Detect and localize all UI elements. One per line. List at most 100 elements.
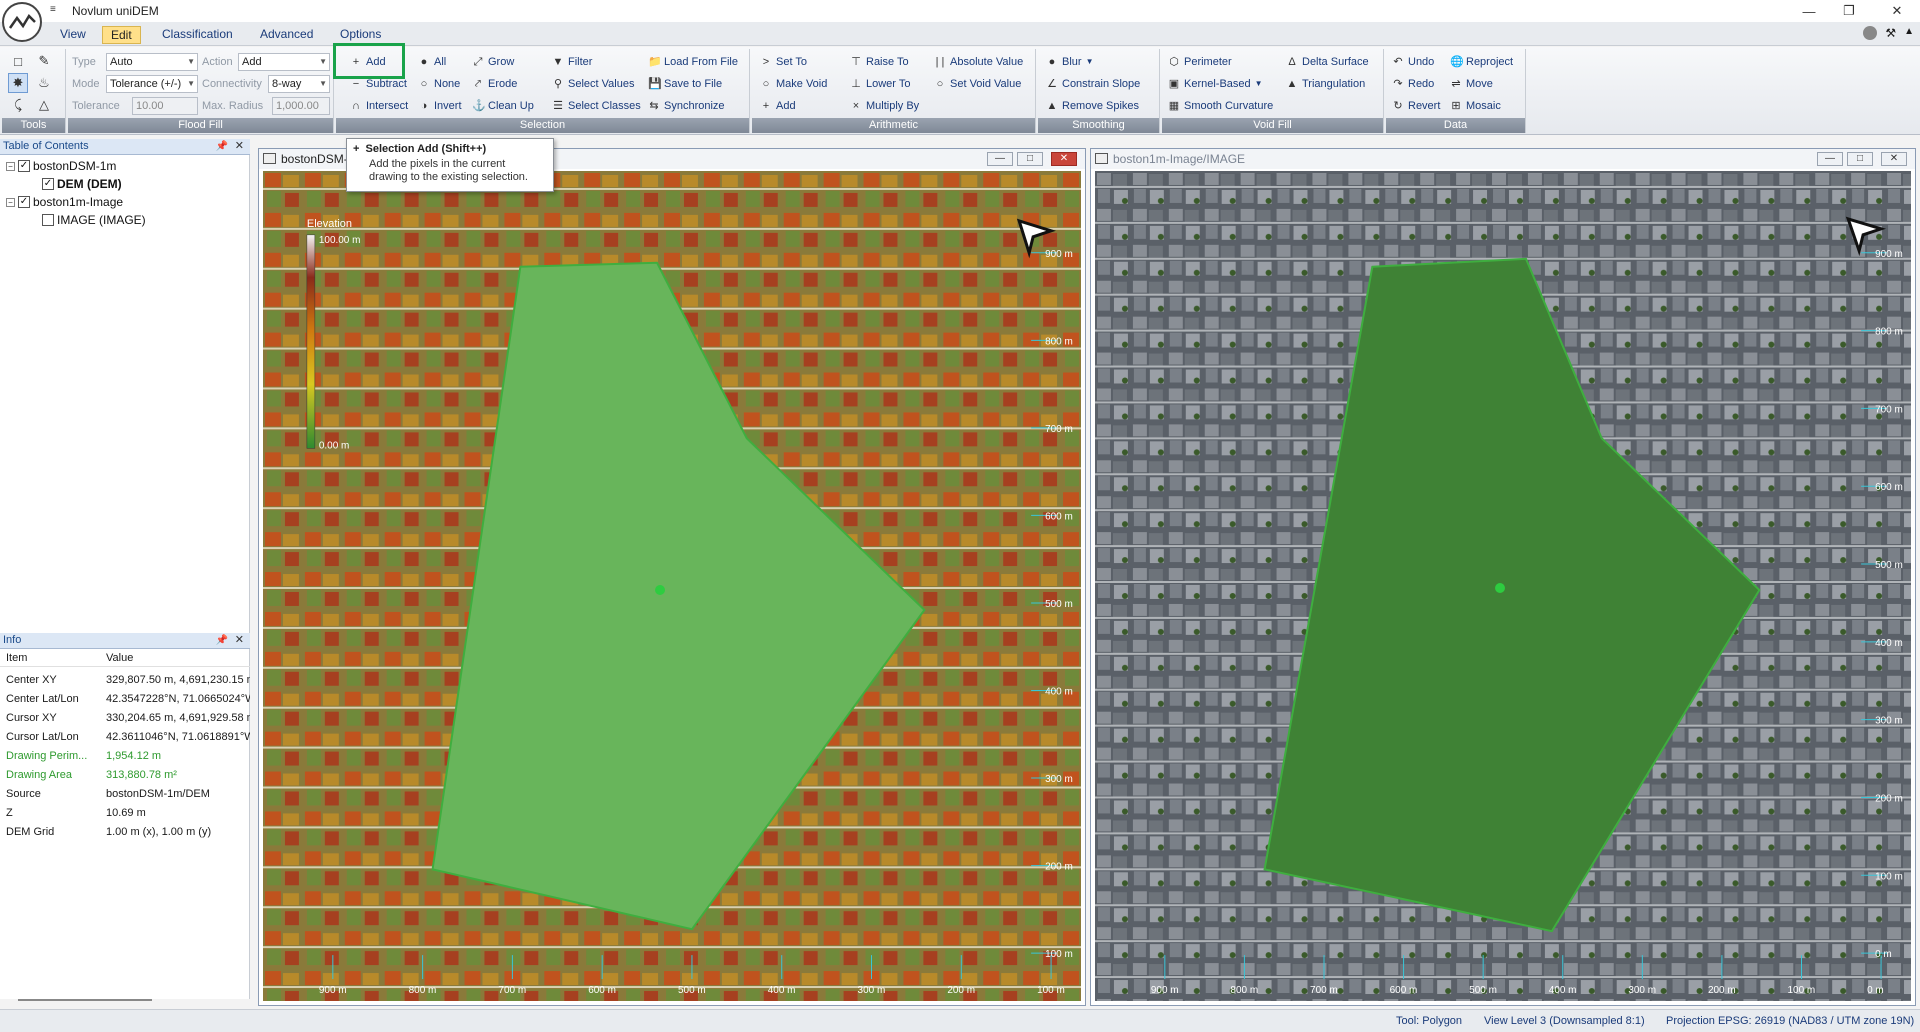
help-icon[interactable]	[1863, 26, 1878, 40]
info-row: Cursor Lat/Lon 42.3611046°N, 71.0618891°W	[6, 731, 250, 743]
load-from-file-button[interactable]: 📁 Load From File	[648, 53, 738, 71]
collapse-icon[interactable]: −	[6, 161, 15, 171]
erode-button[interactable]: ⤤ Erode	[472, 75, 517, 93]
reproject-button[interactable]: 🌐 Reproject	[1450, 53, 1513, 71]
collapse-ribbon-icon[interactable]: ▲	[1904, 26, 1914, 40]
clean-up-button[interactable]: ⚓ Clean Up	[472, 97, 534, 115]
select-all-button[interactable]: ● All	[418, 53, 447, 71]
absolute-icon: | |	[935, 56, 945, 68]
tolerance-input[interactable]: 10.00	[132, 97, 198, 115]
action-dropdown[interactable]: Add ▼	[238, 53, 330, 71]
lower-to-button[interactable]: ⊥ Lower To	[850, 75, 910, 93]
image-close-button[interactable]: ✕	[1881, 152, 1907, 166]
move-button[interactable]: ⇌ Move	[1450, 75, 1493, 93]
absolute-value-button[interactable]: | | Absolute Value	[934, 53, 1024, 71]
rectangle-select-icon[interactable]: □	[8, 51, 28, 71]
set-void-value-button[interactable]: ○ Set Void Value	[934, 75, 1022, 93]
synchronize-button[interactable]: ⇆ Synchronize	[648, 97, 724, 115]
undo-button[interactable]: ↶ Undo	[1392, 53, 1434, 71]
status-projection: Projection EPSG: 26919 (NAD83 / UTM zone…	[1666, 1015, 1915, 1027]
close-icon[interactable]: ✕	[235, 139, 244, 154]
image-map-view[interactable]: 900 m 800 m 700 m 600 m 500 m 400 m 300 m 200 m…	[1095, 171, 1911, 1001]
dem-map-window[interactable]: bostonDSM-1m/DEM — □ ✕ Elevation 100.00 …	[258, 148, 1086, 1006]
connectivity-dropdown[interactable]: 8-way ▼	[268, 75, 330, 93]
set-to-button[interactable]: > Set To	[760, 53, 807, 71]
quick-access-menu-icon[interactable]: ≡	[50, 4, 56, 15]
pin-icon[interactable]: 📌	[216, 633, 228, 648]
raise-to-button[interactable]: ⊤ Raise To	[850, 53, 908, 71]
select-classes-button[interactable]: ☰ Select Classes	[552, 97, 641, 115]
bucket-fill-icon[interactable]: ♨	[34, 73, 54, 93]
dem-map-view[interactable]: Elevation 100.00 m 0.00 m 900 m 800 m 700 …	[263, 171, 1081, 1001]
dem-map-canvas[interactable]: Elevation 100.00 m 0.00 m 900 m 800 m 700 …	[263, 171, 1081, 1001]
select-values-button[interactable]: ⚲ Select Values	[552, 75, 634, 93]
triangulation-button[interactable]: ▲ Triangulation	[1286, 75, 1366, 93]
blur-dropdown[interactable]: ● Blur ▼	[1046, 53, 1094, 71]
redo-button[interactable]: ↷ Redo	[1392, 75, 1434, 93]
tab-classification[interactable]: Classification	[154, 26, 241, 44]
status-view-level: View Level 3 (Downsampled 8:1)	[1484, 1015, 1645, 1027]
kernel-icon: ▣	[1168, 78, 1180, 90]
toc-item-boston-image[interactable]: − ✓ boston1m-Image	[6, 194, 123, 210]
pencil-icon[interactable]: ✎	[34, 51, 54, 71]
mosaic-icon: ⊞	[1451, 100, 1461, 112]
app-title: Novlum uniDEM	[72, 4, 159, 18]
close-icon[interactable]: ✕	[235, 633, 244, 648]
remove-spikes-button[interactable]: ▲ Remove Spikes	[1046, 97, 1140, 115]
lasso-icon[interactable]: ✸	[8, 73, 28, 93]
tab-advanced[interactable]: Advanced	[252, 26, 321, 44]
layer-checkbox[interactable]: ✓	[18, 196, 30, 208]
save-to-file-button[interactable]: 💾 Save to File	[648, 75, 722, 93]
layer-checkbox[interactable]: ✓	[42, 178, 54, 190]
triangle-tool-icon[interactable]: △	[34, 95, 54, 115]
arithmetic-add-button[interactable]: + Add	[760, 97, 796, 115]
max-radius-input[interactable]: 1,000.00 m	[272, 97, 330, 128]
image-maximize-button[interactable]: □	[1847, 152, 1873, 166]
group-void-fill: ⬡ Perimeter ▣ Kernel-Based ▼ ▦ Smooth Curvat…	[1162, 49, 1384, 133]
image-window-titlebar[interactable]: boston1m-Image/IMAGE — □ ✕	[1091, 149, 1915, 169]
app-logo-icon[interactable]	[2, 2, 42, 42]
kernel-based-dropdown[interactable]: ▣ Kernel-Based ▼	[1168, 75, 1263, 93]
image-map-window[interactable]: boston1m-Image/IMAGE — □ ✕ 900 m 800 m 7…	[1090, 148, 1916, 1006]
type-dropdown[interactable]: Auto ▼	[106, 53, 198, 71]
selection-intersect-button[interactable]: ∩ Intersect	[350, 97, 408, 115]
polygon-lasso-icon[interactable]: ⤹	[8, 95, 28, 115]
pin-icon[interactable]: 📌	[216, 139, 228, 154]
mode-dropdown[interactable]: Tolerance (+/-) ▼	[106, 75, 198, 93]
close-button[interactable]: ✕	[1874, 0, 1920, 22]
invert-selection-button[interactable]: ◑ Invert	[418, 97, 462, 115]
info-row: Source bostonDSM-1m/DEM	[6, 788, 210, 800]
image-map-canvas[interactable]: 900 m 800 m 700 m 600 m 500 m 400 m 300 m 200 m…	[1095, 171, 1911, 1001]
horizontal-scrollbar[interactable]	[18, 999, 152, 1001]
tab-edit[interactable]: Edit	[102, 26, 141, 44]
perimeter-button[interactable]: ⬡ Perimeter	[1168, 53, 1232, 71]
dem-minimize-button[interactable]: —	[987, 152, 1013, 166]
image-x-tick-label: 600 m	[1390, 985, 1418, 996]
empty-circle-icon: ○	[420, 78, 428, 90]
undo-icon: ↶	[1393, 56, 1403, 68]
filter-button[interactable]: ▼ Filter	[552, 53, 593, 71]
constrain-slope-button[interactable]: ∠ Constrain Slope	[1046, 75, 1140, 93]
toc-item-image[interactable]: IMAGE (IMAGE)	[42, 212, 146, 228]
image-minimize-button[interactable]: —	[1817, 152, 1843, 166]
toc-item-dem[interactable]: ✓ DEM (DEM)	[42, 176, 122, 192]
collapse-icon[interactable]: −	[6, 197, 15, 207]
maximize-button[interactable]: ❐	[1826, 0, 1872, 22]
delta-surface-button[interactable]: Δ Delta Surface	[1286, 53, 1368, 71]
dem-close-button[interactable]: ✕	[1051, 152, 1077, 166]
toc-item-bostondsm[interactable]: − ✓ bostonDSM-1m	[6, 158, 116, 174]
tab-options[interactable]: Options	[332, 26, 389, 44]
tools-icon[interactable]: ⚒	[1885, 26, 1896, 40]
multiply-by-button[interactable]: × Multiply By	[850, 97, 919, 115]
tab-view[interactable]: View	[52, 26, 94, 44]
legend-min: 0.00 m	[319, 440, 349, 451]
dem-maximize-button[interactable]: □	[1017, 152, 1043, 166]
layer-checkbox[interactable]: ✓	[18, 160, 30, 172]
make-void-button[interactable]: ○ Make Void	[760, 75, 828, 93]
grow-button[interactable]: ⤢ Grow	[472, 53, 515, 71]
select-none-button[interactable]: ○ None	[418, 75, 461, 93]
revert-button[interactable]: ↻ Revert	[1392, 97, 1440, 115]
smooth-curvature-button[interactable]: ▦ Smooth Curvature	[1168, 97, 1273, 115]
mosaic-button[interactable]: ⊞ Mosaic	[1450, 97, 1500, 115]
layer-checkbox[interactable]	[42, 214, 54, 226]
